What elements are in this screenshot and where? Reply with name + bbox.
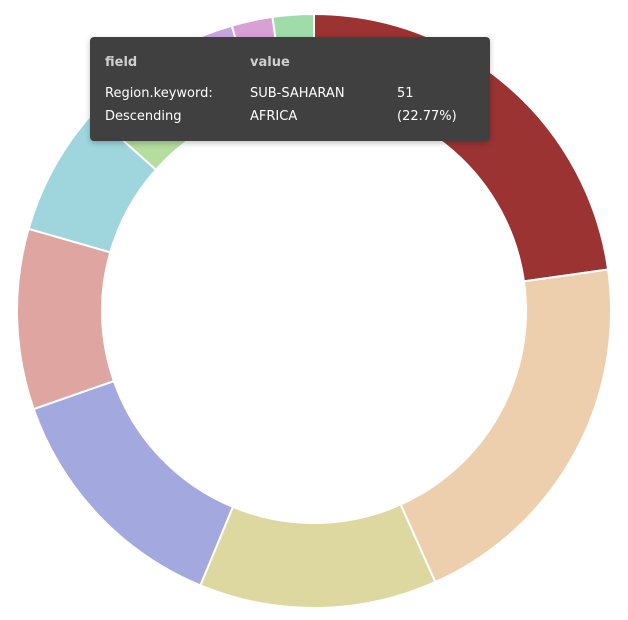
tooltip-header-value: value bbox=[250, 55, 290, 70]
chart-area: field value Region.keyword: Descending S… bbox=[0, 0, 628, 620]
tooltip-count: 51 bbox=[397, 86, 414, 101]
donut-slice-4[interactable] bbox=[32, 379, 235, 587]
donut-slice-3[interactable] bbox=[199, 503, 437, 609]
tooltip-field-line1: Region.keyword: bbox=[105, 86, 213, 101]
tooltip-value-line2: AFRICA bbox=[250, 109, 298, 124]
tooltip-header-field: field bbox=[105, 55, 138, 70]
donut-slice-5[interactable] bbox=[16, 227, 116, 411]
tooltip-percent: (22.77%) bbox=[397, 109, 457, 124]
tooltip-value-line1: SUB-SAHARAN bbox=[250, 86, 345, 101]
donut-slice-2[interactable] bbox=[399, 268, 612, 584]
tooltip: field value Region.keyword: Descending S… bbox=[90, 37, 490, 141]
tooltip-field-line2: Descending bbox=[105, 109, 182, 124]
